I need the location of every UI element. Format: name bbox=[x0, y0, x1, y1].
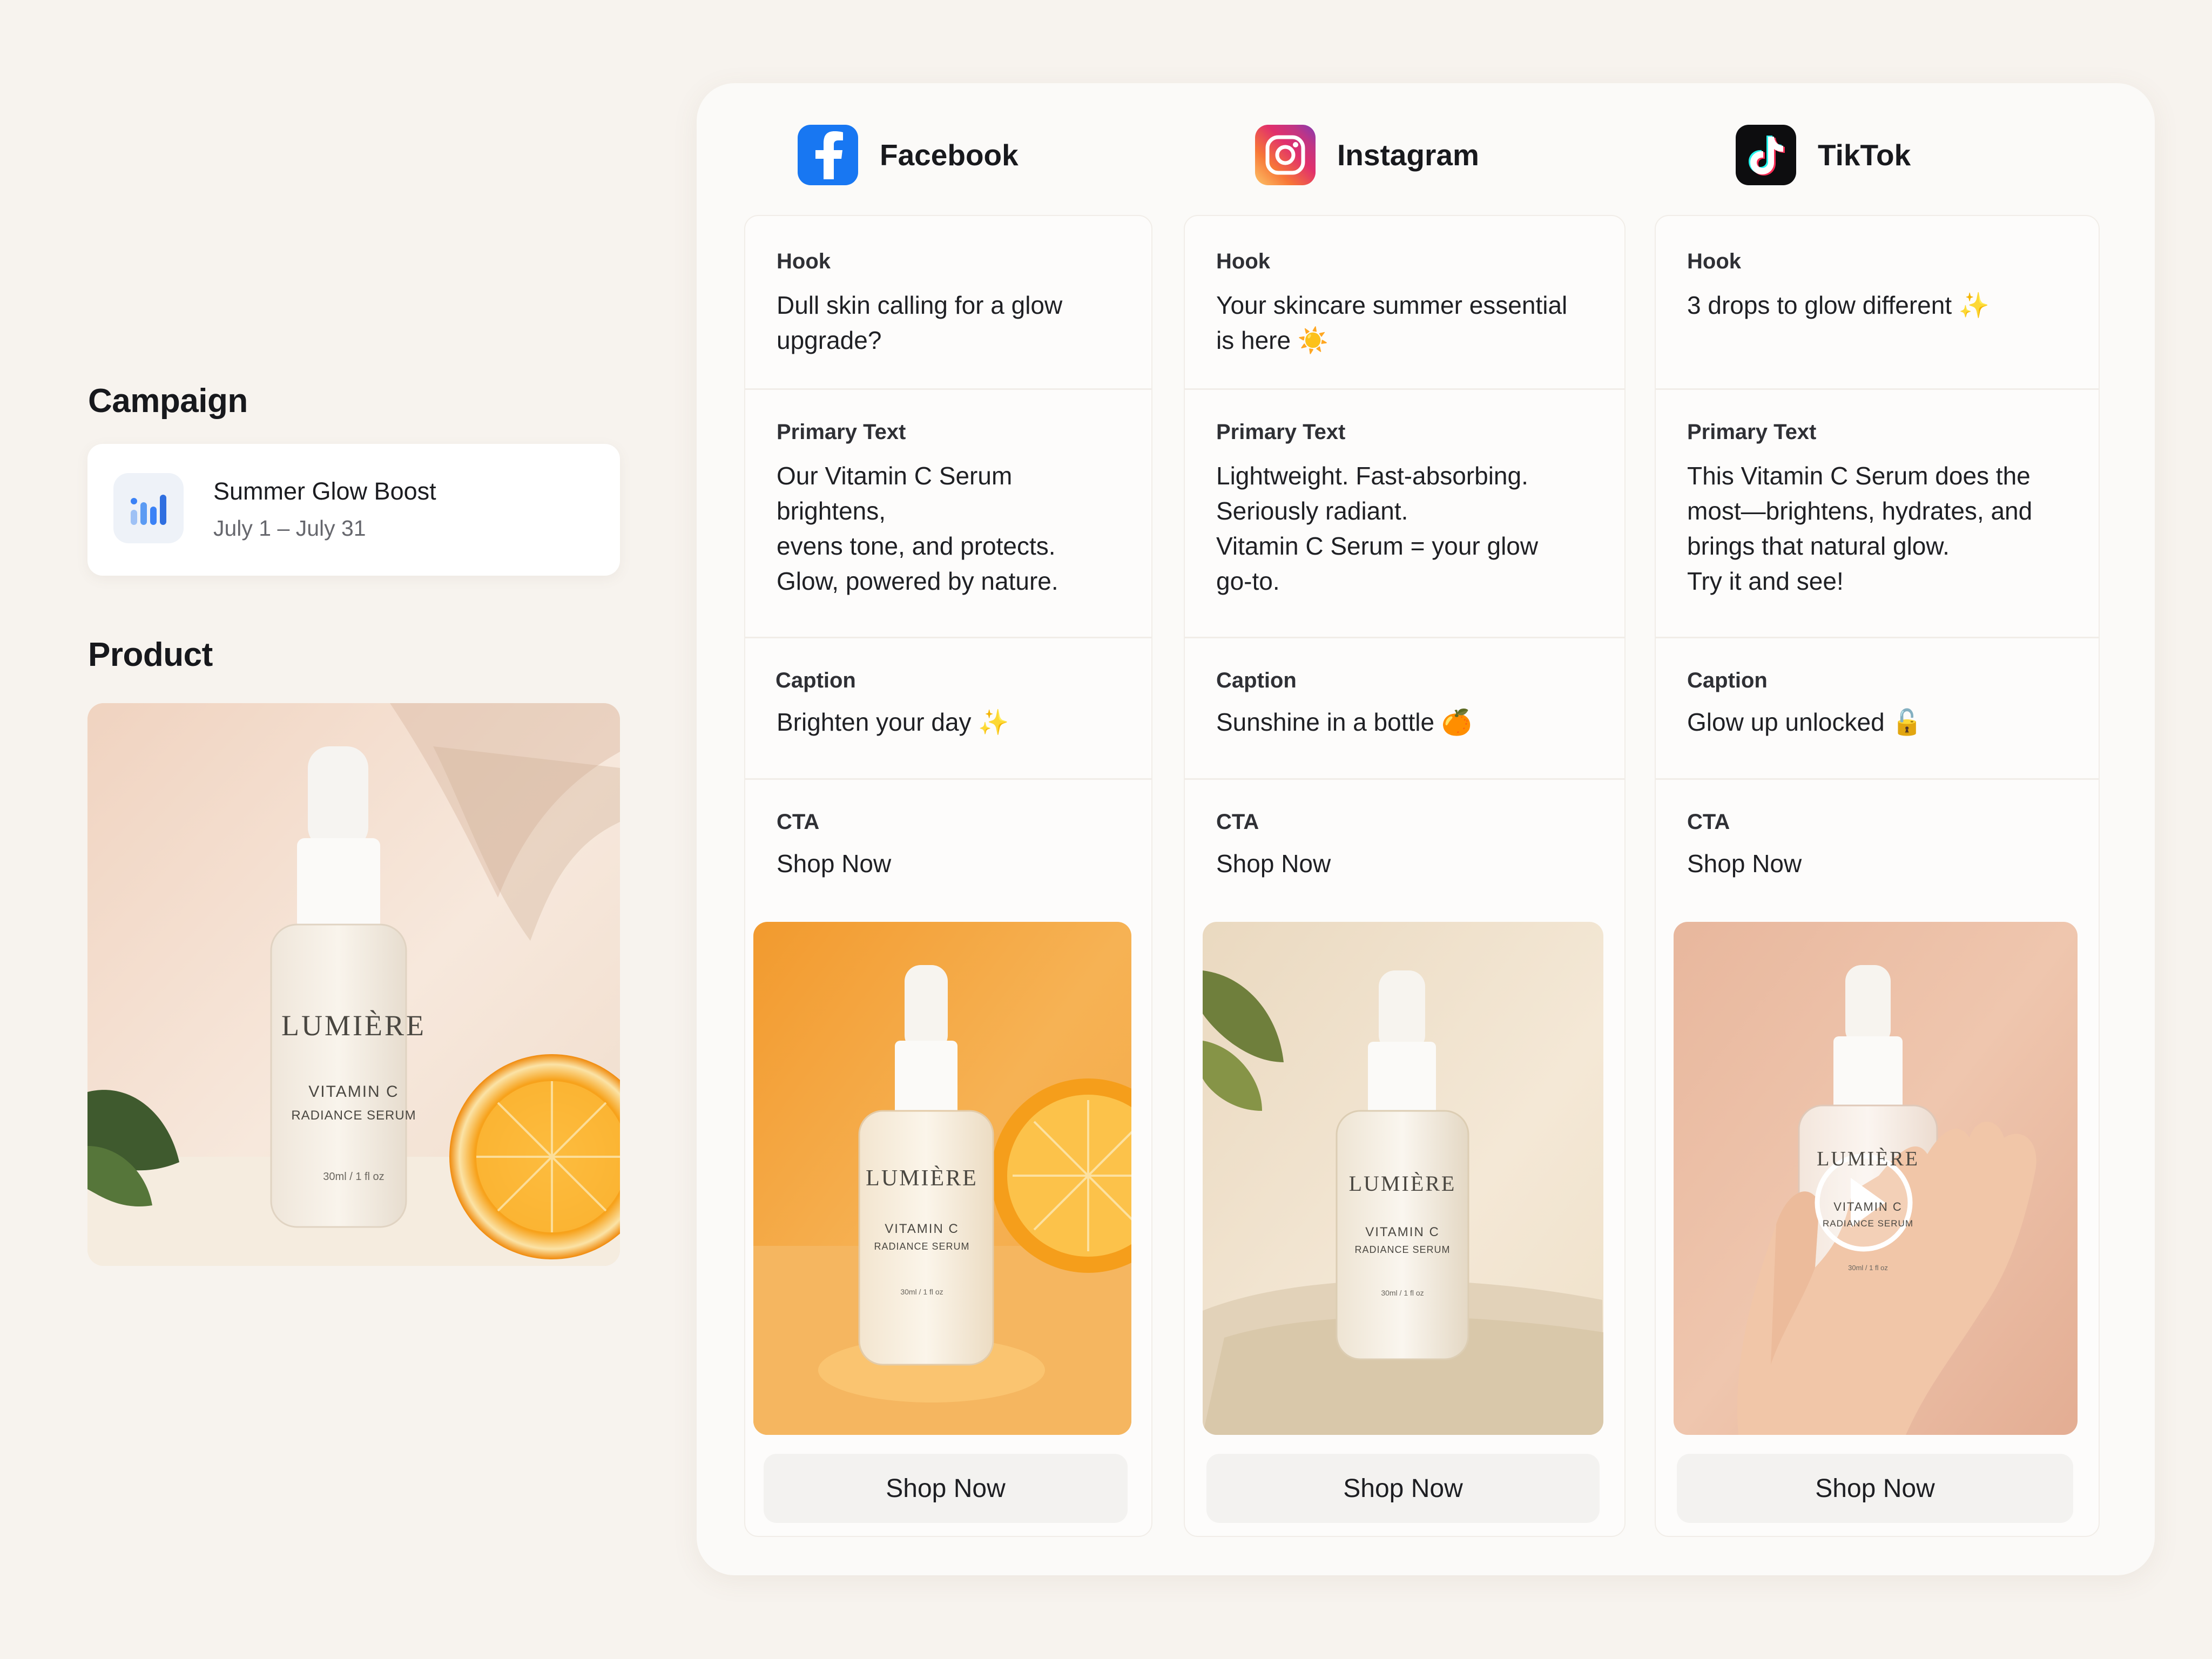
hook-cell: Hook Dull skin calling for a glow upgrad… bbox=[745, 216, 1151, 390]
product-line2-label: RADIANCE SERUM bbox=[291, 1108, 416, 1123]
caption-label: Caption bbox=[1687, 669, 1768, 692]
primary-text: Lightweight. Fast-absorbing. Seriously r… bbox=[1216, 462, 1539, 595]
instagram-ad-brand-label: LUMIÈRE bbox=[1348, 1171, 1456, 1196]
caption-text: Brighten your day ✨ bbox=[777, 708, 1009, 736]
campaign-dates: July 1 – July 31 bbox=[213, 516, 366, 541]
hook-label: Hook bbox=[1687, 249, 1741, 273]
campaign-heading: Campaign bbox=[88, 382, 248, 420]
cta-cell: CTA Shop Now bbox=[1185, 780, 1624, 920]
caption-cell: Caption Glow up unlocked 🔓 bbox=[1656, 638, 2099, 780]
primary-text: Our Vitamin C Serum brightens, evens ton… bbox=[777, 462, 1058, 595]
instagram-shop-now-button[interactable]: Shop Now bbox=[1206, 1454, 1600, 1523]
primary-text: This Vitamin C Serum does the most—brigh… bbox=[1687, 462, 2033, 595]
cta-cell: CTA Shop Now bbox=[1656, 780, 2099, 920]
hook-text: Your skincare summer essential is here ☀… bbox=[1216, 291, 1568, 354]
hook-label: Hook bbox=[777, 249, 831, 273]
hook-text: 3 drops to glow different ✨ bbox=[1687, 291, 1990, 319]
campaign-card[interactable]: Summer Glow Boost July 1 – July 31 bbox=[87, 444, 620, 576]
platform-header-instagram[interactable]: Instagram bbox=[1255, 125, 1479, 185]
primary-text-label: Primary Text bbox=[1687, 420, 1817, 444]
product-heading: Product bbox=[88, 636, 213, 673]
instagram-ad-line1-label: VITAMIN C bbox=[1365, 1225, 1440, 1239]
caption-text: Glow up unlocked 🔓 bbox=[1687, 708, 1923, 736]
caption-cell: Caption Brighten your day ✨ bbox=[745, 638, 1151, 780]
primary-text-label: Primary Text bbox=[777, 420, 906, 444]
hook-cell: Hook 3 drops to glow different ✨ bbox=[1656, 216, 2099, 390]
facebook-ad-size-label: 30ml / 1 fl oz bbox=[900, 1287, 943, 1296]
cta-text: Shop Now bbox=[1216, 849, 1331, 878]
ad-creative-preview: Campaign Summer Glow Boost July 1 – July… bbox=[0, 0, 2212, 1659]
primary-text-cell: Primary Text This Vitamin C Serum does t… bbox=[1656, 390, 2099, 638]
instagram-ad-size-label: 30ml / 1 fl oz bbox=[1381, 1289, 1424, 1297]
facebook-ad-brand-label: LUMIÈRE bbox=[866, 1166, 978, 1191]
caption-text: Sunshine in a bottle 🍊 bbox=[1216, 708, 1473, 736]
caption-label: Caption bbox=[775, 669, 856, 692]
hook-cell: Hook Your skincare summer essential is h… bbox=[1185, 216, 1624, 390]
platform-header-facebook[interactable]: Facebook bbox=[798, 125, 1019, 185]
caption-label: Caption bbox=[1216, 669, 1297, 692]
cta-label: CTA bbox=[1687, 810, 1730, 834]
play-icon[interactable] bbox=[1812, 1150, 1920, 1258]
cta-label: CTA bbox=[1216, 810, 1259, 834]
facebook-shop-now-button[interactable]: Shop Now bbox=[764, 1454, 1128, 1523]
cta-cell: CTA Shop Now bbox=[745, 780, 1151, 920]
tiktok-ad-size-label: 30ml / 1 fl oz bbox=[1848, 1264, 1888, 1272]
product-line1-label: VITAMIN C bbox=[308, 1083, 399, 1101]
platform-header-tiktok[interactable]: TikTok bbox=[1736, 125, 1911, 185]
facebook-ad-line1-label: VITAMIN C bbox=[885, 1222, 959, 1236]
cta-label: CTA bbox=[777, 810, 820, 834]
primary-text-cell: Primary Text Our Vitamin C Serum brighte… bbox=[745, 390, 1151, 638]
platform-name: Facebook bbox=[880, 138, 1019, 172]
facebook-icon bbox=[798, 125, 858, 185]
cta-text: Shop Now bbox=[777, 849, 892, 878]
campaign-name: Summer Glow Boost bbox=[213, 477, 436, 505]
primary-text-cell: Primary Text Lightweight. Fast-absorbing… bbox=[1185, 390, 1624, 638]
tiktok-icon bbox=[1736, 125, 1796, 185]
hook-label: Hook bbox=[1216, 249, 1270, 273]
platform-name: TikTok bbox=[1818, 138, 1911, 172]
bar-chart-icon bbox=[113, 473, 184, 543]
platform-name: Instagram bbox=[1337, 138, 1479, 172]
tiktok-shop-now-button[interactable]: Shop Now bbox=[1677, 1454, 2073, 1523]
instagram-ad-line2-label: RADIANCE SERUM bbox=[1354, 1244, 1451, 1255]
facebook-ad-line2-label: RADIANCE SERUM bbox=[874, 1241, 970, 1252]
cta-text: Shop Now bbox=[1687, 849, 1802, 878]
product-brand-label: LUMIÈRE bbox=[281, 1009, 426, 1042]
instagram-icon bbox=[1255, 125, 1316, 185]
product-size-label: 30ml / 1 fl oz bbox=[323, 1171, 385, 1183]
hook-text: Dull skin calling for a glow upgrade? bbox=[777, 291, 1063, 354]
primary-text-label: Primary Text bbox=[1216, 420, 1346, 444]
caption-cell: Caption Sunshine in a bottle 🍊 bbox=[1185, 638, 1624, 780]
